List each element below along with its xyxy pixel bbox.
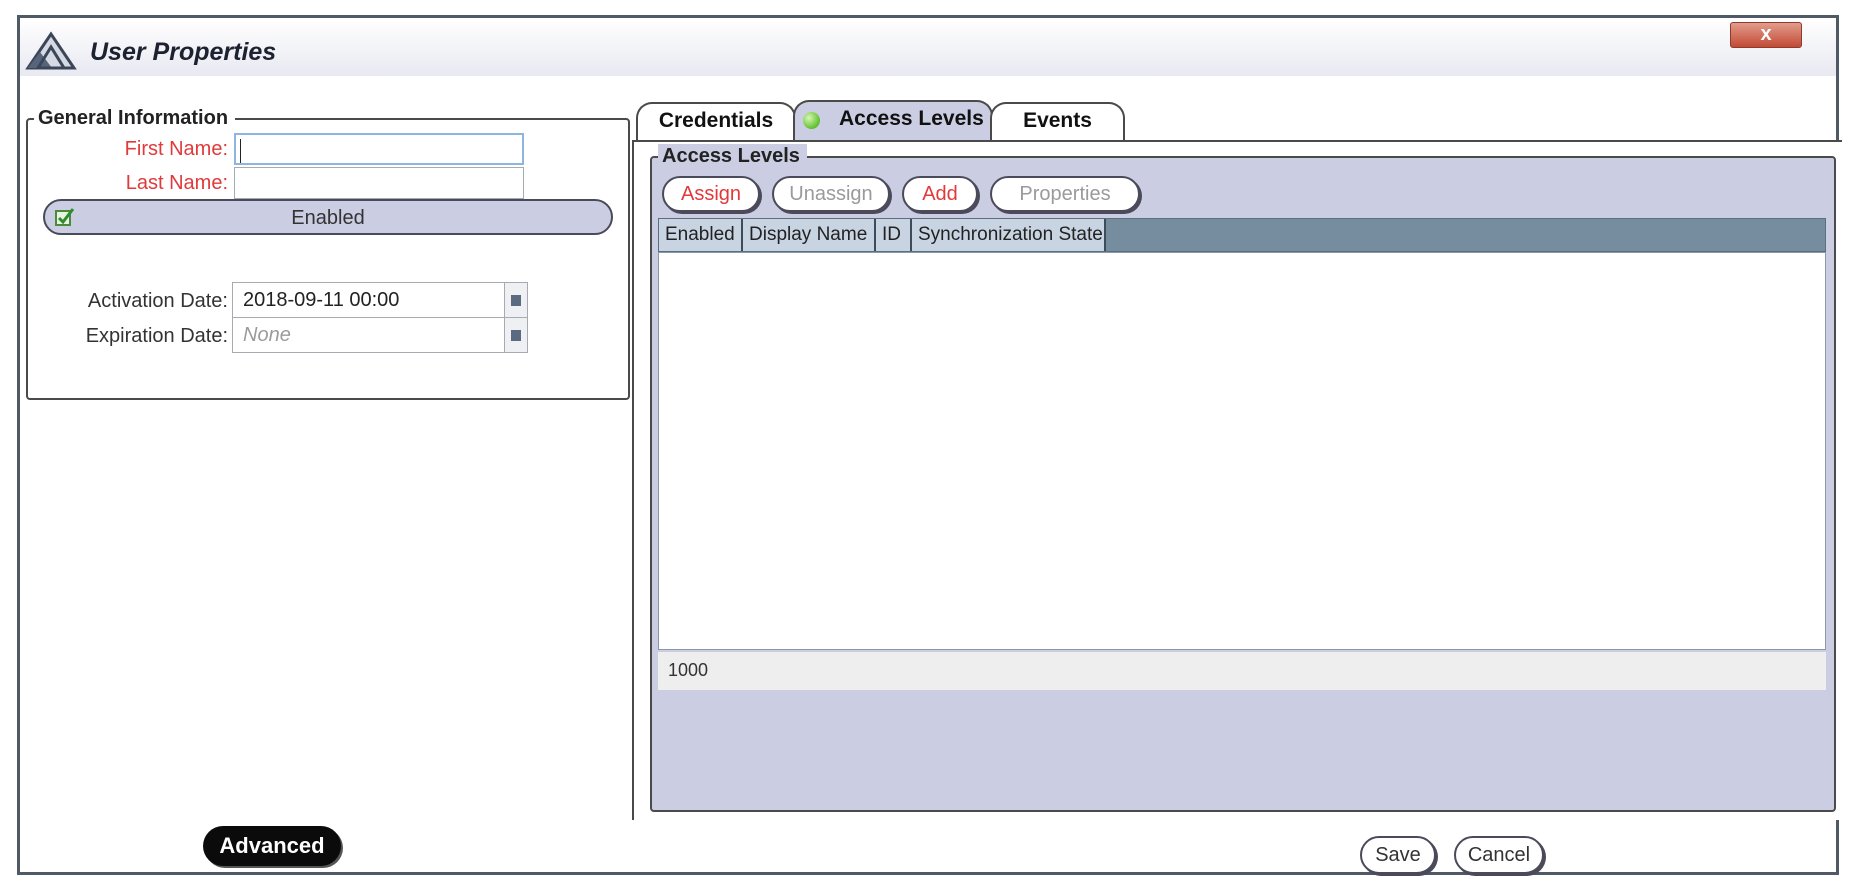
activation-date-value: 2018-09-11 00:00 <box>243 289 400 311</box>
activation-calendar-button[interactable] <box>504 283 527 317</box>
first-name-label: First Name: <box>124 138 228 160</box>
close-icon: x <box>1760 23 1772 45</box>
grid-footer: 1000 <box>658 652 1826 690</box>
add-button[interactable]: Add <box>902 176 978 212</box>
app-logo-icon <box>25 31 77 70</box>
first-name-field[interactable] <box>234 133 524 165</box>
tab-events-label: Events <box>1023 109 1092 132</box>
access-levels-grid-header: Enabled Display Name ID Synchronization … <box>658 218 1826 252</box>
access-levels-group: Access Levels Assign Unassign Add Proper… <box>650 144 1836 812</box>
status-dot-icon <box>803 112 820 129</box>
tab-credentials[interactable]: Credentials <box>636 102 796 140</box>
window-title: User Properties <box>90 38 277 66</box>
tab-events[interactable]: Events <box>990 102 1125 140</box>
enabled-toggle[interactable]: Enabled <box>43 199 613 235</box>
save-button[interactable]: Save <box>1360 836 1436 874</box>
title-bar: User Properties x <box>20 18 1836 76</box>
tab-access-levels[interactable]: Access Levels <box>793 100 993 140</box>
grid-footer-count: 1000 <box>668 660 709 680</box>
column-header-synchronization-state[interactable]: Synchronization State <box>912 219 1106 251</box>
close-button[interactable]: x <box>1730 22 1802 48</box>
activation-date-picker[interactable]: 2018-09-11 00:00 <box>232 282 528 318</box>
cancel-button[interactable]: Cancel <box>1454 836 1544 874</box>
properties-button[interactable]: Properties <box>990 176 1140 212</box>
access-levels-legend: Access Levels <box>658 144 807 168</box>
advanced-button[interactable]: Advanced <box>203 826 341 866</box>
last-name-label: Last Name: <box>125 172 228 194</box>
expiration-date-value: None <box>243 324 291 346</box>
calendar-icon <box>511 329 521 341</box>
unassign-button[interactable]: Unassign <box>772 176 890 212</box>
column-header-enabled[interactable]: Enabled <box>659 219 743 251</box>
column-header-display-name[interactable]: Display Name <box>743 219 876 251</box>
tab-panel: Access Levels Assign Unassign Add Proper… <box>632 140 1842 820</box>
general-information-legend: General Information <box>34 106 236 130</box>
expiration-date-label: Expiration Date: <box>85 325 228 347</box>
text-caret <box>240 139 241 163</box>
tab-access-levels-label: Access Levels <box>839 107 984 130</box>
column-header-id[interactable]: ID <box>876 219 912 251</box>
user-properties-window: User Properties x General Information Fi… <box>17 15 1842 875</box>
general-information-group: General Information First Name: Last Nam… <box>26 106 630 400</box>
activation-date-label: Activation Date: <box>87 290 228 312</box>
access-levels-grid-body[interactable] <box>658 252 1826 650</box>
last-name-field[interactable] <box>234 167 524 199</box>
calendar-icon <box>511 294 521 306</box>
enabled-label: Enabled <box>291 207 365 229</box>
assign-button[interactable]: Assign <box>662 176 760 212</box>
tab-credentials-label: Credentials <box>658 109 774 132</box>
expiration-date-picker[interactable]: None <box>232 317 528 353</box>
expiration-calendar-button[interactable] <box>504 318 527 352</box>
